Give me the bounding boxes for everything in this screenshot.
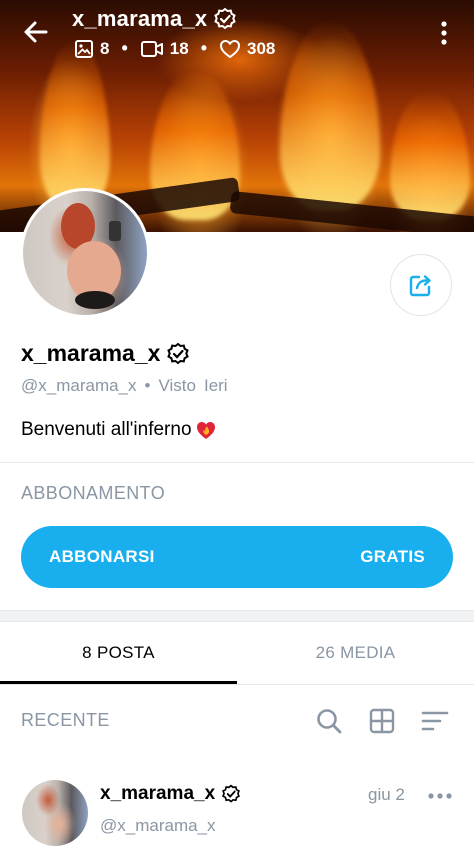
verified-badge-icon — [214, 7, 237, 30]
like-count-value: 308 — [247, 38, 276, 58]
sort-icon — [421, 711, 449, 731]
last-seen-label: Visto — [158, 376, 196, 395]
more-options-button[interactable] — [432, 18, 456, 48]
top-bar: x_marama_x 8 • 18 • 308 — [0, 0, 474, 64]
fire-heart-icon — [196, 422, 215, 439]
profile-handle-line: @x_marama_x • Visto Ieri — [21, 376, 228, 396]
profile-name: x_marama_x — [21, 340, 161, 366]
search-icon — [317, 709, 342, 734]
grid-icon — [369, 708, 395, 734]
profile-handle: @x_marama_x — [21, 376, 137, 395]
video-icon — [140, 40, 163, 57]
verified-badge-icon — [222, 784, 241, 803]
post-more-button[interactable] — [426, 786, 454, 806]
stats-separator: • — [200, 38, 208, 58]
tab-media[interactable]: 26 MEDIA — [237, 622, 474, 684]
profile-name-group: x_marama_x — [21, 340, 190, 367]
last-seen-value: Ieri — [203, 376, 228, 395]
handle-separator: • — [144, 376, 151, 395]
tab-media-label: 26 MEDIA — [315, 643, 396, 662]
share-button[interactable] — [390, 254, 452, 316]
header-stats: 8 • 18 • 308 — [74, 38, 275, 59]
more-horizontal-icon — [428, 793, 452, 799]
post-author-avatar[interactable] — [22, 780, 88, 846]
header-title: x_marama_x — [72, 6, 208, 31]
bio-text: Benvenuti all'inferno — [21, 419, 192, 440]
tab-posts[interactable]: 8 POSTA — [0, 622, 237, 684]
header-title-group: x_marama_x — [72, 6, 237, 32]
grid-view-button[interactable] — [367, 706, 397, 736]
heart-icon — [220, 39, 241, 58]
more-vertical-icon — [441, 21, 447, 45]
post-author-handle: @x_marama_x — [100, 816, 216, 835]
search-button[interactable] — [314, 706, 344, 736]
video-count: 18 — [140, 39, 189, 59]
active-tab-indicator — [0, 681, 237, 684]
subscribe-button-price: GRATIS — [360, 547, 425, 566]
sort-button[interactable] — [420, 706, 450, 736]
profile-bio: Benvenuti all'inferno — [21, 418, 218, 442]
verified-badge-icon — [167, 342, 190, 364]
photo-count: 8 — [74, 39, 109, 59]
section-gap — [0, 611, 474, 621]
divider — [0, 684, 474, 685]
content-tabs: 8 POSTA 26 MEDIA — [0, 622, 474, 684]
subscription-section-title: ABBONAMENTO — [21, 483, 166, 503]
photo-count-value: 8 — [100, 38, 110, 58]
subscribe-button[interactable]: ABBONARSI GRATIS — [21, 526, 453, 588]
feed-section-title: RECENTE — [21, 710, 110, 730]
arrow-left-icon — [24, 21, 48, 43]
profile-avatar[interactable] — [20, 188, 150, 318]
post-author-name: x_marama_x — [100, 783, 216, 804]
back-button[interactable] — [20, 16, 52, 48]
image-icon — [75, 39, 93, 58]
like-count: 308 — [219, 39, 275, 59]
video-count-value: 18 — [169, 38, 189, 58]
subscribe-button-label: ABBONARSI — [49, 547, 155, 566]
tab-posts-label: 8 POSTA — [82, 643, 155, 662]
post-date: giu 2 — [368, 785, 405, 804]
post-author-name-group[interactable]: x_marama_x — [100, 783, 241, 805]
share-icon — [409, 275, 431, 297]
divider — [0, 462, 474, 463]
stats-separator: • — [121, 38, 128, 58]
